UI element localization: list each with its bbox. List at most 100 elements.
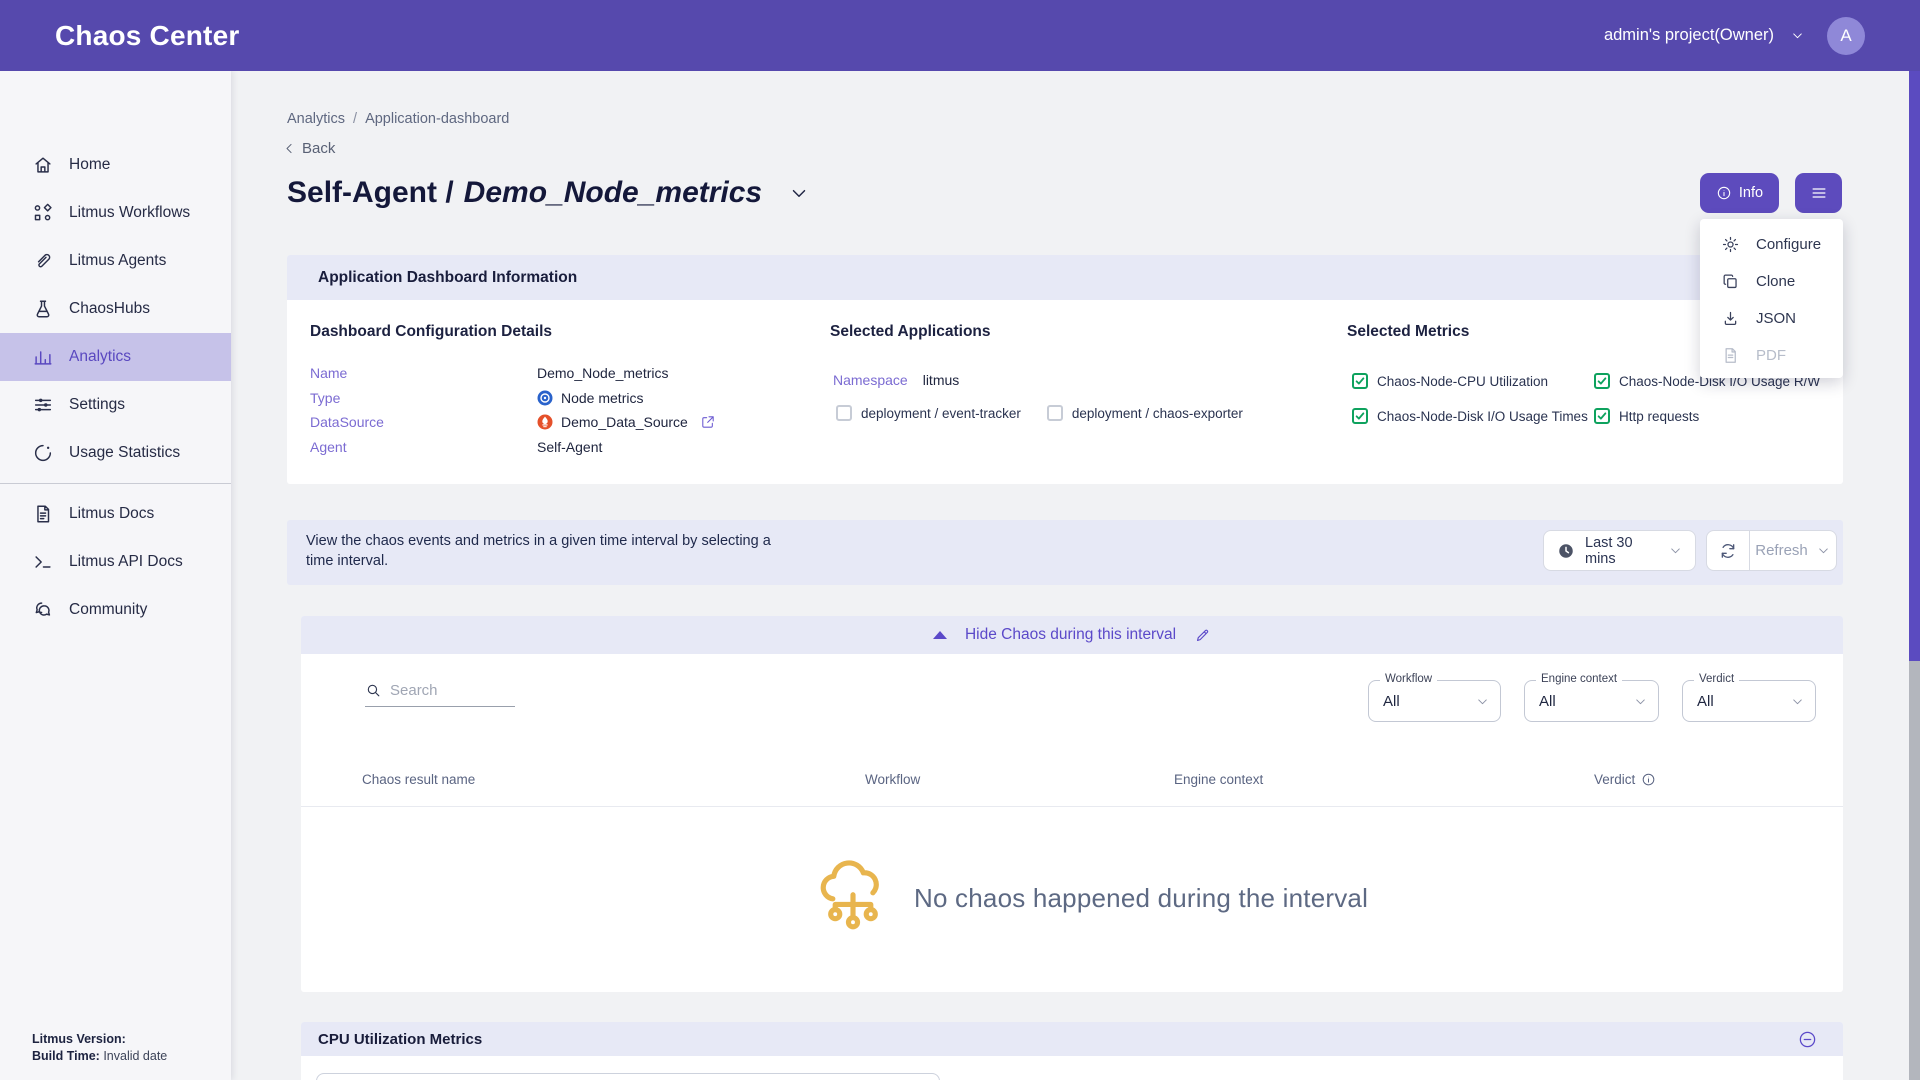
chaos-interval-card: Hide Chaos during this interval Workflow… (301, 616, 1843, 992)
sidebar-item-label: Litmus API Docs (69, 553, 183, 571)
collapse-minus-icon[interactable] (1798, 1030, 1817, 1049)
verdict-filter[interactable]: Verdict All (1682, 680, 1816, 722)
document-icon (32, 503, 54, 525)
checkbox-http-requests[interactable] (1594, 408, 1610, 424)
top-header: Chaos Center admin's project(Owner) A (0, 0, 1920, 71)
time-range-label: Last 30 mins (1585, 535, 1658, 567)
chevron-down-icon (1633, 694, 1648, 709)
namespace-label: Namespace (833, 372, 908, 388)
sliders-icon (32, 394, 54, 416)
config-label: DataSource (310, 414, 537, 430)
info-button[interactable]: Info (1700, 173, 1779, 213)
config-value: Self-Agent (537, 439, 602, 455)
prometheus-icon (537, 414, 553, 430)
sidebar-item-label: Community (69, 601, 147, 619)
config-value: Node metrics (561, 390, 643, 406)
cpu-section-title: CPU Utilization Metrics (318, 1031, 1798, 1048)
time-range-button[interactable]: Last 30 mins (1543, 530, 1696, 571)
external-link-icon[interactable] (700, 414, 716, 430)
hide-chaos-toggle[interactable]: Hide Chaos during this interval (301, 616, 1843, 654)
engine-context-filter[interactable]: Engine context All (1524, 680, 1659, 722)
sidebar-item-litmus-docs[interactable]: Litmus Docs (0, 490, 231, 538)
table-header-chaos-result-name: Chaos result name (362, 772, 475, 787)
chevron-down-icon (1475, 694, 1490, 709)
refresh-icon (1718, 541, 1738, 561)
checkbox-disk-io-times[interactable] (1352, 408, 1368, 424)
sidebar-item-analytics[interactable]: Analytics (0, 333, 231, 381)
checkbox-label: deployment / event-tracker (861, 406, 1021, 421)
checkbox-disk-io-rw[interactable] (1594, 373, 1610, 389)
refresh-interval-dropdown[interactable]: Refresh (1749, 530, 1837, 571)
filter-value: All (1697, 693, 1790, 710)
workflows-icon (32, 202, 54, 224)
menu-item-pdf: PDF (1700, 337, 1843, 374)
sidebar-item-usage-statistics[interactable]: Usage Statistics (0, 429, 231, 477)
refresh-now-button[interactable] (1706, 530, 1750, 571)
namespace-value: litmus (923, 372, 960, 388)
sidebar-item-litmus-api-docs[interactable]: Litmus API Docs (0, 538, 231, 586)
menu-item-json[interactable]: JSON (1700, 300, 1843, 337)
configuration-details: Name Demo_Node_metrics Type Node metrics… (310, 361, 716, 459)
sidebar-item-label: Litmus Agents (69, 252, 166, 270)
search-input[interactable] (390, 682, 500, 699)
breadcrumb-analytics[interactable]: Analytics (287, 111, 345, 127)
menu-item-configure[interactable]: Configure (1700, 226, 1843, 263)
dashboard-switcher-chevron-icon[interactable] (788, 182, 810, 204)
back-button[interactable]: Back (282, 140, 335, 157)
checkbox-cpu-utilization[interactable] (1352, 373, 1368, 389)
sidebar-item-chaoshubs[interactable]: ChaosHubs (0, 285, 231, 333)
clock-icon (1557, 542, 1575, 560)
scrollbar-thumb[interactable] (1909, 71, 1920, 661)
sidebar-item-label: Usage Statistics (69, 444, 180, 462)
table-header-workflow: Workflow (865, 772, 920, 787)
breadcrumb-application-dashboard[interactable]: Application-dashboard (365, 111, 509, 127)
sidebar-item-litmus-agents[interactable]: Litmus Agents (0, 237, 231, 285)
sidebar-item-label: Home (69, 156, 110, 174)
search-field (365, 682, 515, 707)
hamburger-icon (1809, 183, 1829, 203)
menu-item-clone[interactable]: Clone (1700, 263, 1843, 300)
terminal-icon (32, 551, 54, 573)
paperclip-icon (32, 250, 54, 272)
application-dashboard-information-panel: Application Dashboard Information Dashbo… (287, 255, 1843, 484)
chevron-left-icon (282, 141, 297, 156)
project-selector[interactable]: admin's project(Owner) (1604, 26, 1774, 45)
chevron-down-icon[interactable] (1790, 28, 1805, 43)
checkbox-chaos-exporter[interactable] (1047, 405, 1063, 421)
edit-pencil-icon[interactable] (1194, 627, 1211, 644)
metric-checkbox-group: Http requests (1594, 408, 1820, 424)
filter-label: Engine context (1536, 673, 1622, 685)
menu-item-label: JSON (1756, 310, 1796, 327)
download-icon (1721, 309, 1740, 328)
cpu-section-header: CPU Utilization Metrics (301, 1022, 1843, 1056)
metric-checkbox-group: Chaos-Node-Disk I/O Usage Times (1352, 408, 1594, 424)
checkbox-label: Chaos-Node-Disk I/O Usage Times (1377, 409, 1588, 424)
breadcrumb-separator: / (353, 111, 357, 127)
time-interval-bar: View the chaos events and metrics in a g… (287, 520, 1843, 585)
sidebar-item-settings[interactable]: Settings (0, 381, 231, 429)
flask-icon (32, 298, 54, 320)
home-icon (32, 154, 54, 176)
checkbox-label: deployment / chaos-exporter (1072, 406, 1243, 421)
sidebar-divider (0, 483, 231, 484)
info-circle-icon[interactable] (1641, 772, 1656, 787)
sidebar-item-home[interactable]: Home (0, 141, 231, 189)
chart-container (316, 1073, 940, 1080)
build-time-label: Build Time: (32, 1049, 100, 1063)
workflow-filter[interactable]: Workflow All (1368, 680, 1501, 722)
file-icon (1721, 346, 1740, 365)
options-menu-button[interactable] (1795, 173, 1842, 213)
build-time-value: Invalid date (103, 1049, 167, 1063)
breadcrumb: Analytics / Application-dashboard (287, 111, 509, 127)
sidebar-item-label: Litmus Docs (69, 505, 154, 523)
sidebar-footer: Litmus Version: Build Time: Invalid date (32, 1031, 167, 1065)
checkbox-event-tracker[interactable] (836, 405, 852, 421)
app-checkbox-group: deployment / chaos-exporter (1047, 405, 1243, 421)
sidebar-item-community[interactable]: Community (0, 586, 231, 634)
avatar[interactable]: A (1827, 17, 1865, 55)
chat-bubbles-icon (32, 599, 54, 621)
config-row-datasource: DataSource Demo_Data_Source (310, 410, 716, 435)
sidebar-item-label: ChaosHubs (69, 300, 150, 318)
version-label: Litmus Version: (32, 1032, 126, 1046)
sidebar-item-litmus-workflows[interactable]: Litmus Workflows (0, 189, 231, 237)
